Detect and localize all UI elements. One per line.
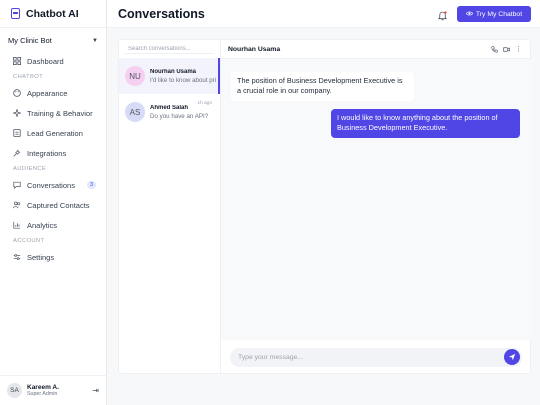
chevron-down-icon: ▼ <box>92 37 98 44</box>
sliders-icon <box>13 253 21 261</box>
bot-select[interactable]: My Clinic Bot ▼ <box>5 34 101 47</box>
conversation-preview: Do you have an API? <box>150 112 209 120</box>
sidebar-item-lead-generation[interactable]: Lead Generation <box>0 123 106 143</box>
sidebar-item-label: Captured Contacts <box>27 200 90 210</box>
sidebar-item-label: Analytics <box>27 220 58 230</box>
plug-icon <box>13 149 21 157</box>
conversation-text: Ahmed Salah Do you have an API? <box>150 105 208 120</box>
users-icon <box>13 201 21 209</box>
user-meta: Kareem A. Super Admin <box>27 384 59 397</box>
sidebar-item-label: Integrations <box>27 148 67 158</box>
chat-contact-name: Nourhan Usama <box>228 45 281 53</box>
conversation-text: Nourhan Usama I'd like to know about pri <box>150 69 216 84</box>
bot-logo-icon <box>11 8 20 19</box>
sidebar-item-label: Lead Generation <box>27 128 83 138</box>
conversation-item[interactable]: NU Nourhan Usama I'd like to know about … <box>119 58 220 94</box>
sidebar-item-conversations[interactable]: Conversations 3 <box>0 175 106 195</box>
section-label-audience: AUDIENCE <box>13 166 47 172</box>
eye-icon <box>465 10 473 19</box>
send-button[interactable] <box>504 349 520 365</box>
conversation-time: 1h ago <box>197 101 212 106</box>
try-chatbot-label: Try My Chatbot <box>475 10 523 18</box>
send-icon <box>508 348 516 366</box>
conversation-preview: I'd like to know about pri <box>150 76 217 84</box>
top-header: Conversations Try My Chatbot <box>107 0 540 28</box>
sidebar-item-label: Settings <box>27 252 55 262</box>
conversation-list: NU Nourhan Usama I'd like to know about … <box>118 39 221 374</box>
chart-icon <box>13 221 21 229</box>
sidebar-item-integrations[interactable]: Integrations <box>0 143 106 163</box>
logout-icon[interactable]: ⇥ <box>92 386 99 395</box>
user-name: Kareem A. <box>27 384 59 391</box>
sidebar-item-training[interactable]: Training & Behavior <box>0 103 106 123</box>
chat-icon <box>13 181 21 189</box>
sidebar-item-analytics[interactable]: Analytics <box>0 215 106 235</box>
chat-header: Nourhan Usama ⋮ <box>221 40 530 59</box>
conversation-name: Nourhan Usama <box>150 68 197 75</box>
chat-panel: Nourhan Usama ⋮ The position of Business… <box>221 39 531 374</box>
palette-icon <box>13 89 21 97</box>
bot-select-value: My Clinic Bot <box>8 36 52 45</box>
bell-icon[interactable] <box>437 8 448 21</box>
avatar: NU <box>125 66 145 86</box>
message-input[interactable] <box>238 353 522 361</box>
more-vertical-icon[interactable]: ⋮ <box>515 45 522 53</box>
sidebar-item-captured-contacts[interactable]: Captured Contacts <box>0 195 106 215</box>
video-icon[interactable] <box>503 45 510 53</box>
message-incoming: The position of Business Development Exe… <box>231 72 414 101</box>
sidebar-item-label: Appearance <box>27 88 68 98</box>
section-label-account: ACCOUNT <box>13 238 45 244</box>
phone-icon[interactable] <box>491 45 498 53</box>
sidebar-item-dashboard[interactable]: Dashboard <box>0 51 106 71</box>
brand: Chatbot AI <box>0 0 106 28</box>
sidebar-item-label: Training & Behavior <box>27 108 93 118</box>
sidebar-item-settings[interactable]: Settings <box>0 247 106 267</box>
chat-actions: ⋮ <box>491 45 522 53</box>
form-icon <box>13 129 21 137</box>
conversation-item[interactable]: AS Ahmed Salah Do you have an API? 1h ag… <box>119 94 220 130</box>
conversations-count-badge: 3 <box>87 181 96 189</box>
user-role: Super Admin <box>27 391 58 397</box>
page-title: Conversations <box>118 6 205 21</box>
sidebar-item-label: Conversations <box>27 180 75 190</box>
message-thread: The position of Business Development Exe… <box>221 59 531 340</box>
avatar: AS <box>125 102 145 122</box>
sidebar: Chatbot AI My Clinic Bot ▼ Dashboard CHA… <box>0 0 107 405</box>
sidebar-item-label: Dashboard <box>27 56 64 66</box>
grid-icon <box>13 57 21 65</box>
avatar: SA <box>7 383 22 398</box>
sparkle-icon <box>13 109 21 117</box>
conversation-search[interactable] <box>125 44 214 54</box>
message-outgoing: I would like to know anything about the … <box>331 109 520 138</box>
section-label-chatbot: CHATBOT <box>13 74 44 80</box>
app-name: Chatbot AI <box>26 7 79 20</box>
search-input[interactable] <box>128 45 214 52</box>
message-composer <box>221 340 531 374</box>
try-chatbot-button[interactable]: Try My Chatbot <box>457 6 531 22</box>
message-box <box>230 347 522 367</box>
sidebar-item-appearance[interactable]: Appearance <box>0 83 106 103</box>
user-profile[interactable]: SA Kareem A. Super Admin ⇥ <box>0 375 107 405</box>
